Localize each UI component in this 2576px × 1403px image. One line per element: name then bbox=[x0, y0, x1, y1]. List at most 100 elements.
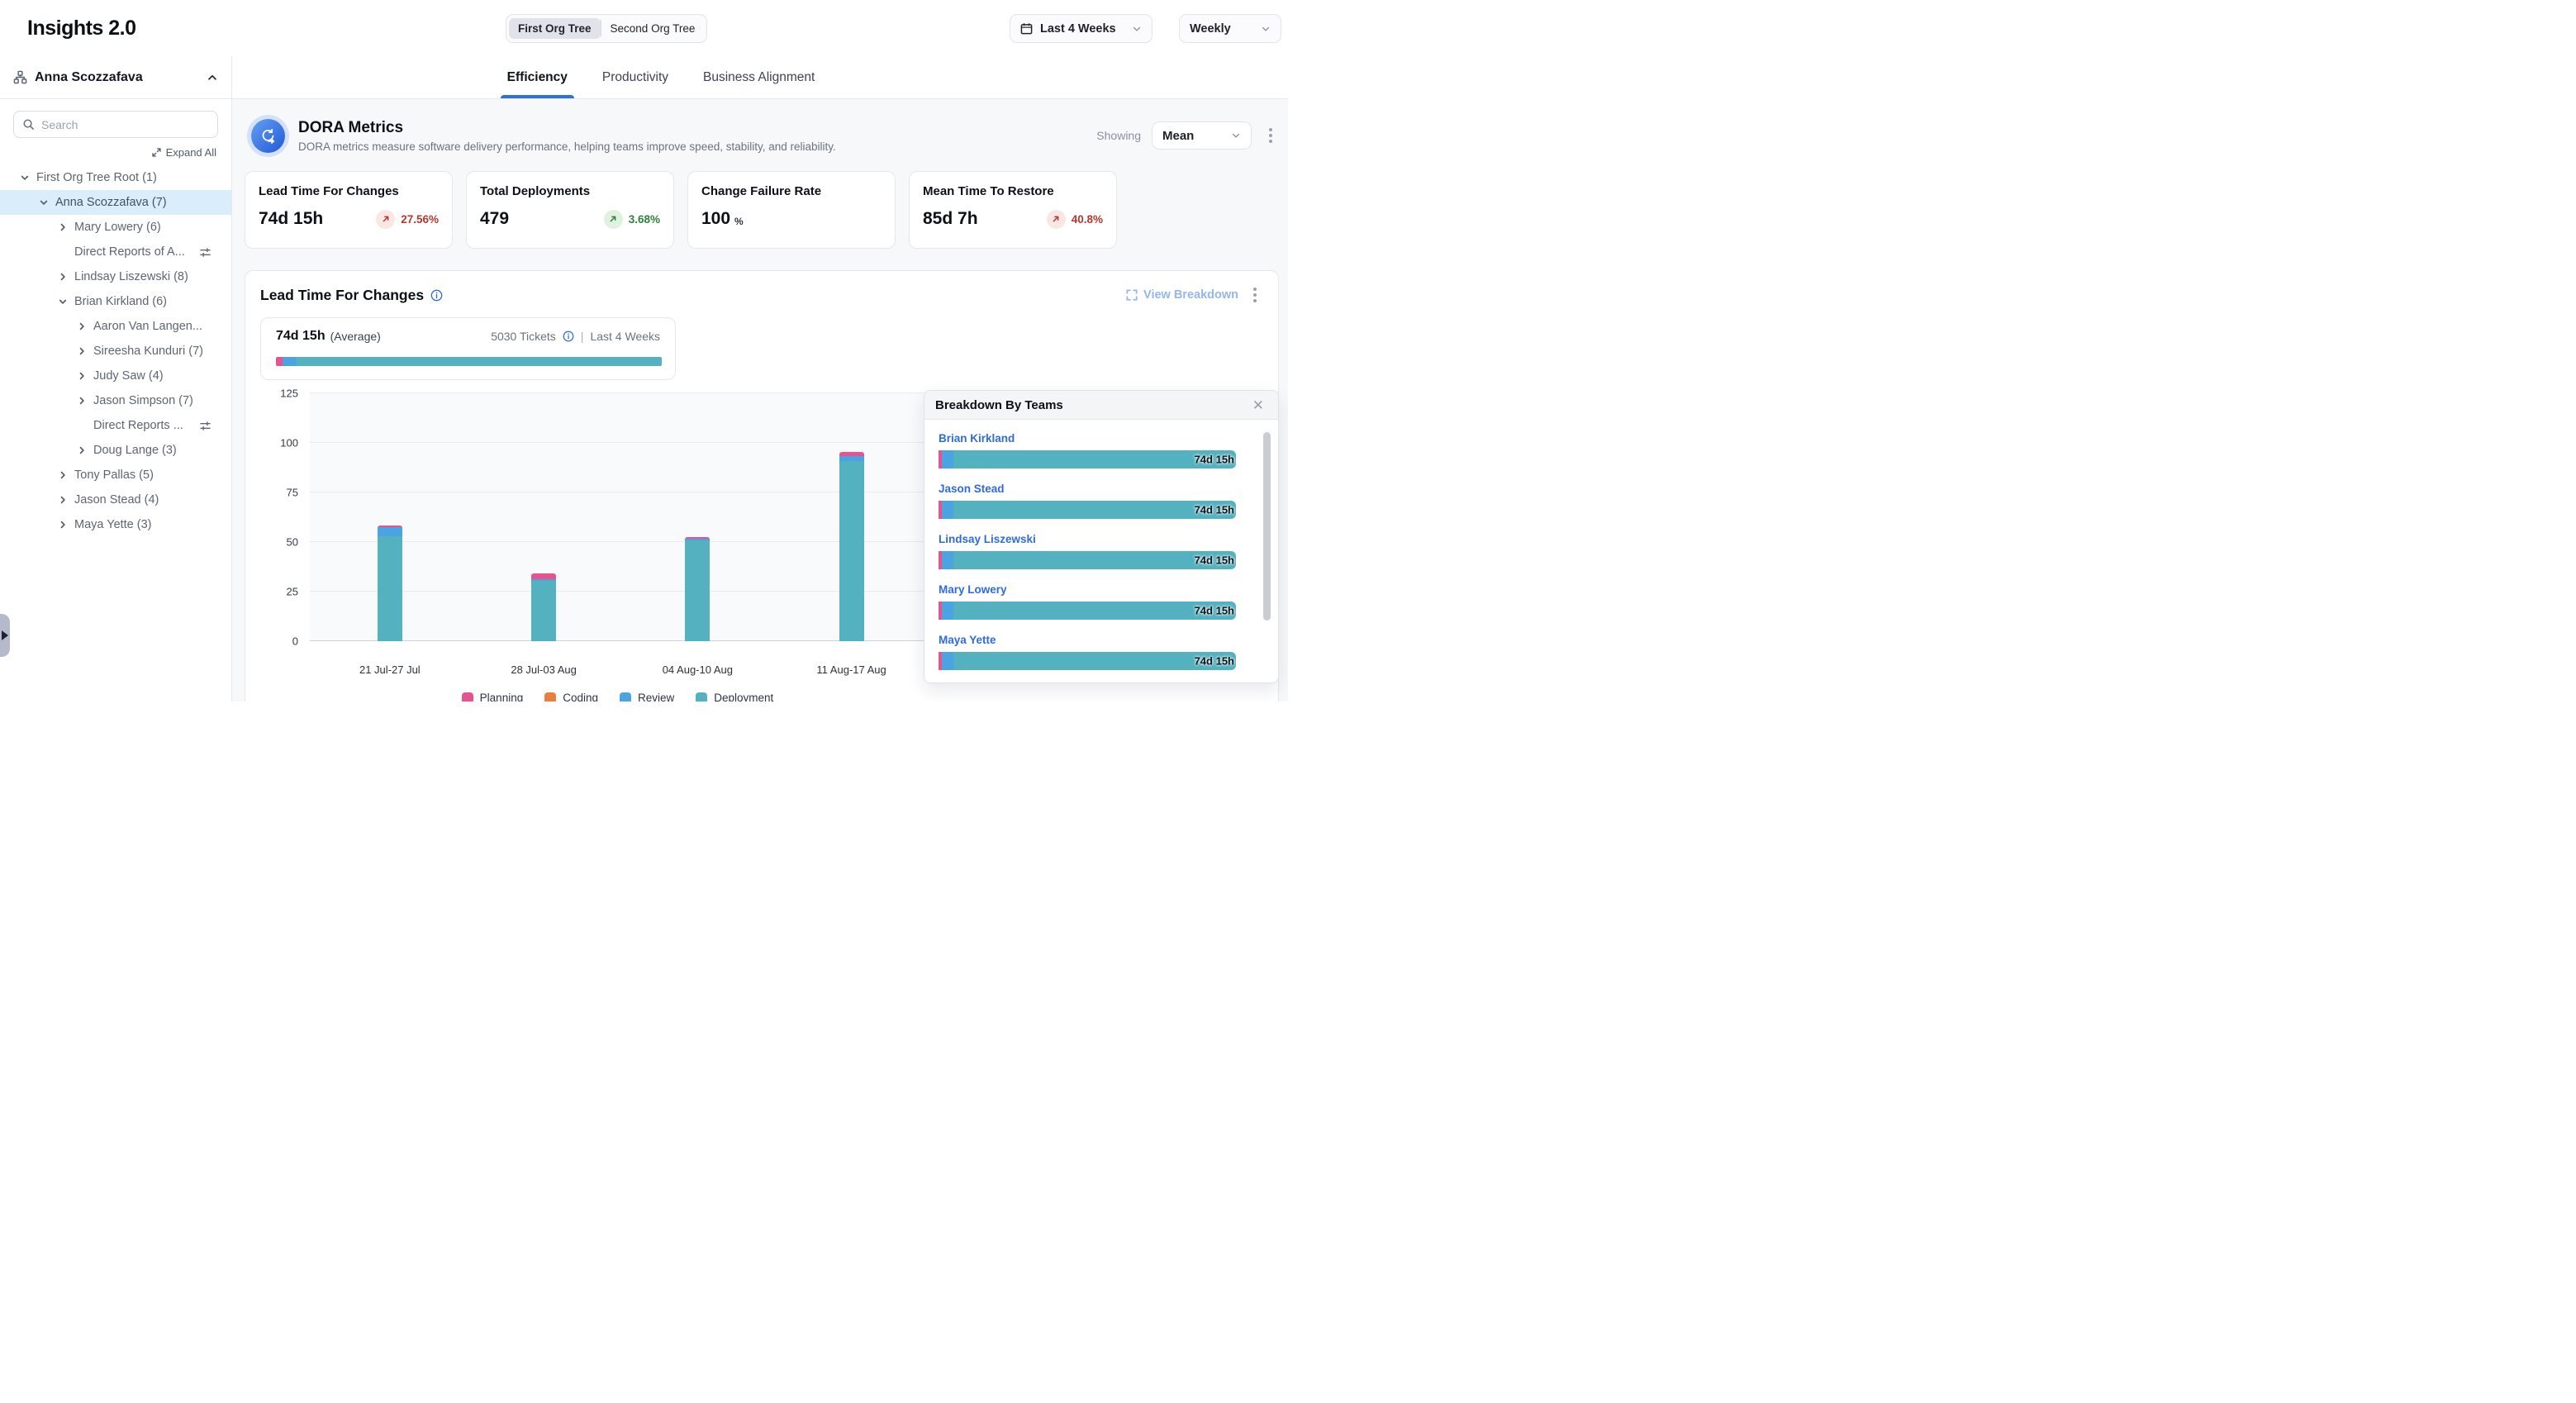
tree-item[interactable]: Anna Scozzafava (7) bbox=[0, 190, 231, 215]
chevron-right-icon[interactable] bbox=[77, 321, 87, 331]
chevron-down-icon[interactable] bbox=[20, 173, 30, 183]
tree-item[interactable]: Tony Pallas (5) bbox=[0, 463, 231, 487]
view-breakdown-button[interactable]: View Breakdown bbox=[1126, 288, 1238, 302]
chevron-right-icon[interactable] bbox=[58, 520, 68, 530]
stacked-bar[interactable] bbox=[531, 573, 556, 641]
chevron-right-icon[interactable] bbox=[58, 495, 68, 505]
metric-card-title: Change Failure Rate bbox=[701, 184, 882, 198]
sidebar-search[interactable] bbox=[13, 111, 218, 138]
filter-sliders-icon[interactable] bbox=[199, 246, 211, 259]
chevron-down-icon bbox=[1132, 24, 1142, 34]
lead-time-kebab-menu[interactable] bbox=[1247, 284, 1263, 306]
stacked-bar[interactable] bbox=[378, 526, 402, 641]
chevron-right-icon[interactable] bbox=[58, 272, 68, 282]
tree-item[interactable]: Aaron Van Langen... bbox=[0, 314, 231, 339]
date-range-dropdown[interactable]: Last 4 Weeks bbox=[1010, 14, 1153, 43]
metric-card-value-row: 100% bbox=[701, 209, 882, 229]
chevron-right-icon[interactable] bbox=[77, 346, 87, 356]
deployment-segment bbox=[378, 536, 402, 641]
toggle-second-org-tree[interactable]: Second Org Tree bbox=[601, 18, 705, 39]
team-lead-time-bar[interactable]: 74d 15h bbox=[939, 602, 1236, 620]
tab-productivity[interactable]: Productivity bbox=[601, 56, 670, 98]
team-name-link[interactable]: Lindsay Liszewski bbox=[939, 533, 1036, 545]
breakdown-team-row: Brian Kirkland 74d 15h bbox=[939, 431, 1264, 468]
info-icon[interactable] bbox=[563, 331, 574, 342]
sidebar-user-name: Anna Scozzafava bbox=[35, 70, 199, 85]
team-lead-time-value: 74d 15h bbox=[1195, 504, 1234, 516]
y-axis-tick-label: 0 bbox=[292, 635, 298, 648]
toggle-first-org-tree[interactable]: First Org Tree bbox=[509, 18, 601, 39]
info-icon[interactable] bbox=[430, 289, 443, 302]
tree-item[interactable]: Jason Stead (4) bbox=[0, 487, 231, 512]
tab-efficiency[interactable]: Efficiency bbox=[506, 56, 569, 98]
team-lead-time-bar[interactable]: 74d 15h bbox=[939, 652, 1236, 670]
chevron-right-icon[interactable] bbox=[58, 470, 68, 480]
tree-item[interactable]: Brian Kirkland (6) bbox=[0, 289, 231, 314]
metric-cards-row: Lead Time For Changes74d 15h27.56%Total … bbox=[245, 171, 1279, 249]
org-tree-toggle: First Org Tree Second Org Tree bbox=[506, 14, 707, 43]
tree-item[interactable]: Judy Saw (4) bbox=[0, 364, 231, 388]
legend-item: Coding bbox=[544, 692, 598, 702]
org-chart-icon bbox=[13, 70, 27, 84]
tree-item-label: Direct Reports ... bbox=[93, 419, 183, 432]
summary-divider: | bbox=[581, 330, 584, 343]
tree-item-label: First Org Tree Root (1) bbox=[36, 171, 157, 184]
tree-item[interactable]: Maya Yette (3) bbox=[0, 512, 231, 537]
search-input[interactable] bbox=[41, 118, 209, 131]
tree-item[interactable]: Direct Reports of A... bbox=[0, 240, 231, 264]
team-lead-time-bar[interactable]: 74d 15h bbox=[939, 450, 1236, 468]
legend-label: Deployment bbox=[714, 692, 773, 702]
team-lead-time-bar[interactable]: 74d 15h bbox=[939, 501, 1236, 519]
stacked-bar[interactable] bbox=[839, 452, 864, 641]
tree-item[interactable]: Direct Reports ... bbox=[0, 413, 231, 438]
team-lead-time-bar[interactable]: 74d 15h bbox=[939, 551, 1236, 569]
dora-kebab-menu[interactable] bbox=[1262, 125, 1279, 146]
metric-card-value-row: 4793.68% bbox=[480, 209, 660, 229]
chevron-right-icon[interactable] bbox=[77, 396, 87, 406]
tree-item-label: Lindsay Liszewski (8) bbox=[74, 270, 188, 283]
showing-dropdown[interactable]: Mean bbox=[1152, 121, 1252, 150]
x-axis-label: 21 Jul-27 Jul bbox=[359, 663, 421, 676]
tree-item[interactable]: Mary Lowery (6) bbox=[0, 215, 231, 240]
tree-item-label: Brian Kirkland (6) bbox=[74, 295, 167, 308]
chevron-up-icon[interactable] bbox=[207, 72, 218, 83]
chevron-down-icon[interactable] bbox=[39, 197, 49, 207]
legend-label: Review bbox=[638, 692, 674, 702]
granularity-dropdown[interactable]: Weekly bbox=[1179, 14, 1281, 43]
tree-item-label: Judy Saw (4) bbox=[93, 369, 164, 383]
chevron-right-icon[interactable] bbox=[77, 371, 87, 381]
expand-all-button[interactable]: Expand All bbox=[151, 146, 216, 159]
breakdown-body: Brian Kirkland 74d 15h Jason Stead 74d 15h L… bbox=[924, 420, 1278, 670]
sidebar-header[interactable]: Anna Scozzafava bbox=[0, 56, 231, 99]
breakdown-scrollbar-thumb[interactable] bbox=[1263, 432, 1271, 621]
tab-business-alignment[interactable]: Business Alignment bbox=[701, 56, 816, 98]
team-name-link[interactable]: Maya Yette bbox=[939, 634, 996, 646]
team-name-link[interactable]: Mary Lowery bbox=[939, 583, 1007, 596]
chevron-right-icon[interactable] bbox=[58, 222, 68, 232]
trend-delta: 40.8% bbox=[1072, 213, 1103, 226]
metric-card-value: 74d 15h bbox=[259, 209, 323, 229]
chevron-right-icon[interactable] bbox=[77, 445, 87, 455]
expand-corners-icon bbox=[1126, 289, 1138, 301]
review-segment bbox=[283, 357, 297, 366]
team-lead-time-value: 74d 15h bbox=[1195, 454, 1234, 466]
summary-qualifier: (Average) bbox=[330, 330, 381, 343]
review-segment bbox=[942, 551, 953, 569]
tree-item[interactable]: Lindsay Liszewski (8) bbox=[0, 264, 231, 289]
planning-segment bbox=[531, 573, 556, 579]
chart-legend: PlanningCodingReviewDeployment bbox=[310, 692, 925, 702]
tree-item[interactable]: Jason Simpson (7) bbox=[0, 388, 231, 413]
tree-item[interactable]: Doug Lange (3) bbox=[0, 438, 231, 463]
team-name-link[interactable]: Brian Kirkland bbox=[939, 432, 1015, 445]
tree-item[interactable]: First Org Tree Root (1) bbox=[0, 165, 231, 190]
filter-sliders-icon[interactable] bbox=[199, 420, 211, 432]
team-name-link[interactable]: Jason Stead bbox=[939, 483, 1005, 495]
chevron-down-icon[interactable] bbox=[58, 297, 68, 307]
stacked-bar[interactable] bbox=[685, 537, 710, 641]
close-icon[interactable]: ✕ bbox=[1249, 397, 1267, 414]
legend-swatch bbox=[696, 692, 707, 702]
trend-up-arrow-icon bbox=[1047, 210, 1066, 229]
tree-item[interactable]: Sireesha Kunduri (7) bbox=[0, 339, 231, 364]
trend-up-arrow-icon bbox=[376, 210, 395, 229]
sidebar-collapse-handle[interactable] bbox=[0, 614, 10, 657]
